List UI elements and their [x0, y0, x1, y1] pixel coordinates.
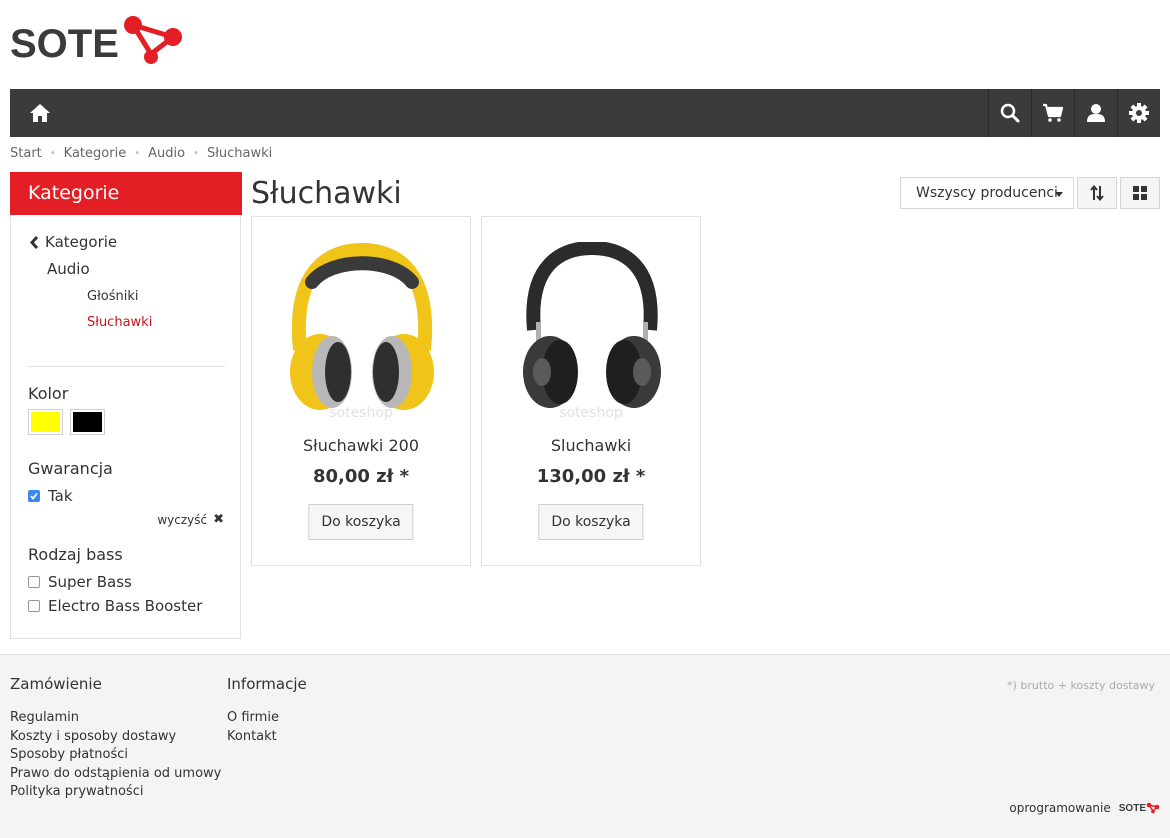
footer-column-info: Informacje O firmie Kontakt [227, 675, 307, 746]
grid-view-button[interactable] [1120, 177, 1160, 209]
listing-toolbar: Wszyscy producenci [900, 177, 1160, 209]
site-footer: Zamówienie Regulamin Koszty i sposoby do… [0, 654, 1170, 838]
category-back-link[interactable]: Kategorie [29, 230, 152, 254]
product-name[interactable]: Słuchawki 200 [252, 436, 470, 455]
category-back-label: Kategorie [45, 233, 118, 251]
add-to-cart-button[interactable]: Do koszyka [538, 504, 644, 540]
footer-link[interactable]: O firmie [227, 709, 307, 728]
headphones-black-image [523, 242, 661, 408]
breadcrumb-start[interactable]: Start [10, 146, 42, 161]
user-icon [1087, 104, 1105, 122]
product-image[interactable] [492, 227, 692, 427]
product-price: 130,00 zł * [536, 466, 646, 487]
product-watermark: soteshop [559, 405, 623, 421]
powered-by-logo-text: SOTE [1118, 802, 1146, 814]
bass-option-super-bass[interactable]: Super Bass [28, 573, 132, 591]
bass-option-label: Electro Bass Booster [48, 597, 203, 615]
logo-text: SOTE [10, 21, 119, 66]
category-item-audio[interactable]: Audio [47, 260, 152, 284]
warranty-filter-title: Gwarancja [28, 459, 113, 478]
sidebar-heading: Kategorie [10, 172, 242, 215]
home-button[interactable] [10, 89, 70, 137]
search-icon [1000, 103, 1020, 123]
home-icon [30, 104, 50, 122]
footer-link[interactable]: Sposoby płatności [10, 746, 221, 765]
headphones-yellow-image [290, 242, 434, 410]
footer-link[interactable]: Koszty i sposoby dostawy [10, 728, 221, 747]
bass-filter-title: Rodzaj bass [28, 545, 123, 564]
powered-by-logo: SOTE [1119, 802, 1160, 814]
color-filter-title: Kolor [28, 384, 69, 403]
category-sidebar: Kategorie Kategorie Audio Głośniki Słuch… [10, 172, 242, 639]
bass-option-electro-bass-booster[interactable]: Electro Bass Booster [28, 597, 202, 615]
clear-filter-label: wyczyść [157, 512, 208, 527]
category-item-sluchawki[interactable]: Słuchawki [87, 310, 152, 336]
clear-filter-link[interactable]: wyczyść ✖ [157, 512, 224, 527]
footer-link[interactable]: Polityka prywatności [10, 783, 221, 802]
breadcrumb-separator: • [49, 148, 56, 159]
grid-icon [1133, 186, 1147, 200]
product-image[interactable] [262, 227, 462, 427]
bass-checkbox[interactable] [28, 600, 40, 612]
footer-link[interactable]: Regulamin [10, 709, 221, 728]
gear-icon [1129, 103, 1149, 123]
powered-by-label: oprogramowanie [1009, 801, 1111, 815]
product-name[interactable]: Sluchawki [482, 436, 700, 455]
category-item-glosniki[interactable]: Głośniki [87, 284, 152, 310]
bass-option-label: Super Bass [48, 573, 132, 591]
logo-molecule-icon [1146, 802, 1160, 814]
price-note: *) brutto + koszty dostawy [1007, 679, 1155, 692]
close-icon: ✖ [213, 512, 224, 527]
add-to-cart-button[interactable]: Do koszyka [308, 504, 414, 540]
product-price: 80,00 zł * [312, 466, 410, 487]
color-swatch-black[interactable] [70, 409, 105, 435]
powered-by[interactable]: oprogramowanie SOTE [1009, 801, 1160, 815]
check-icon [30, 492, 38, 500]
bass-checkbox[interactable] [28, 576, 40, 588]
breadcrumb: Start • Kategorie • Audio • Słuchawki [10, 146, 272, 161]
warranty-option-label: Tak [48, 487, 73, 505]
footer-heading: Zamówienie [10, 675, 102, 693]
producer-select[interactable]: Wszyscy producenci [900, 177, 1074, 209]
chevron-left-icon [29, 235, 39, 249]
footer-column-order: Zamówienie Regulamin Koszty i sposoby do… [10, 675, 221, 802]
sort-button[interactable] [1077, 177, 1117, 209]
sort-icon [1090, 185, 1104, 201]
main-navbar [10, 89, 1160, 137]
breadcrumb-separator: • [134, 148, 141, 159]
search-button[interactable] [988, 89, 1031, 137]
settings-button[interactable] [1117, 89, 1160, 137]
sidebar-divider [27, 366, 225, 367]
product-watermark: soteshop [329, 405, 393, 421]
logo-molecule-icon [123, 16, 182, 64]
cart-button[interactable] [1031, 89, 1074, 137]
footer-link[interactable]: Prawo do odstąpienia od umowy [10, 765, 221, 784]
footer-link[interactable]: Kontakt [227, 728, 307, 747]
warranty-option-tak[interactable]: Tak [28, 487, 73, 505]
account-button[interactable] [1074, 89, 1117, 137]
caret-down-icon [1055, 192, 1063, 197]
product-card[interactable]: soteshop Słuchawki 200 80,00 zł * Do kos… [251, 216, 471, 566]
producer-select-value: Wszyscy producenci [916, 185, 1058, 201]
warranty-checkbox[interactable] [28, 490, 40, 502]
page-title: Słuchawki [251, 176, 402, 211]
category-list: Kategorie Audio Głośniki Słuchawki [29, 230, 152, 336]
product-card[interactable]: soteshop Sluchawki 130,00 zł * Do koszyk… [481, 216, 701, 566]
color-swatch-yellow[interactable] [28, 409, 63, 435]
breadcrumb-kategorie[interactable]: Kategorie [64, 146, 127, 161]
footer-heading: Informacje [227, 675, 307, 693]
breadcrumb-current: Słuchawki [206, 146, 273, 161]
cart-icon [1043, 103, 1064, 122]
breadcrumb-audio[interactable]: Audio [148, 146, 185, 161]
breadcrumb-separator: • [193, 148, 199, 159]
site-logo[interactable]: SOTE [10, 16, 183, 70]
